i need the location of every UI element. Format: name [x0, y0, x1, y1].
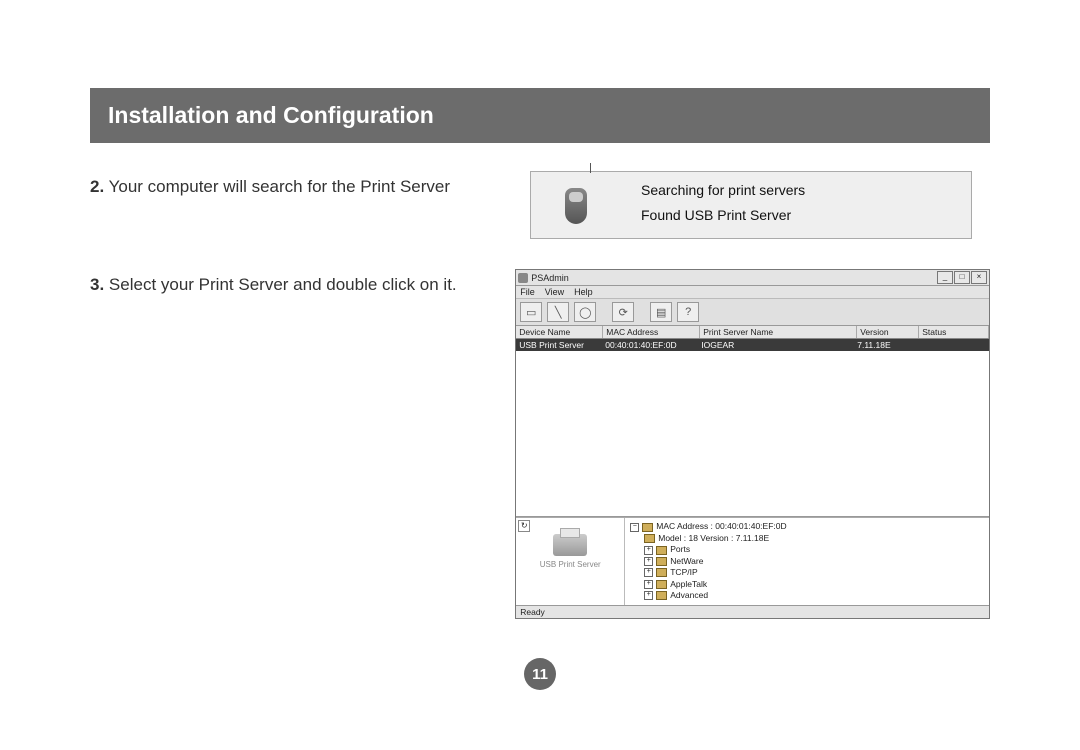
folder-icon	[644, 534, 655, 543]
search-line-2: Found USB Print Server	[641, 203, 805, 228]
cell-mac: 00:40:01:40:EF:0D	[602, 339, 698, 351]
expand-icon[interactable]: +	[644, 591, 653, 600]
menu-help[interactable]: Help	[574, 287, 593, 297]
tree-appletalk[interactable]: AppleTalk	[670, 579, 707, 590]
menu-view[interactable]: View	[545, 287, 564, 297]
col-status[interactable]: Status	[919, 326, 989, 338]
app-icon	[518, 273, 528, 283]
column-headers: Device Name MAC Address Print Server Nam…	[516, 326, 989, 339]
table-row-selected[interactable]: USB Print Server 00:40:01:40:EF:0D IOGEA…	[516, 339, 989, 351]
expand-icon[interactable]: +	[644, 580, 653, 589]
search-line-1: Searching for print servers	[641, 178, 805, 203]
printer-icon	[553, 534, 587, 556]
expand-icon[interactable]: +	[644, 568, 653, 577]
tree-ports[interactable]: Ports	[670, 544, 690, 555]
section-header: Installation and Configuration	[90, 88, 990, 143]
toolbar-btn-5[interactable]: ▤	[650, 302, 672, 322]
toolbar-btn-4[interactable]: ⟳	[612, 302, 634, 322]
step-2-num: 2.	[90, 177, 104, 196]
col-name[interactable]: Print Server Name	[700, 326, 857, 338]
step-3: 3. Select your Print Server and double c…	[90, 273, 495, 297]
screenshot-searching: Searching for print servers Found USB Pr…	[530, 171, 972, 239]
step-3-text: Select your Print Server and double clic…	[109, 275, 457, 294]
menu-file[interactable]: File	[520, 287, 535, 297]
folder-icon	[656, 591, 667, 600]
expand-icon[interactable]: +	[644, 546, 653, 555]
screenshot-psadmin: PSAdmin _ □ × File View Help ▭ ╲ ◯ ⟳	[515, 269, 990, 618]
folder-icon	[656, 580, 667, 589]
cell-status	[915, 339, 989, 351]
col-mac[interactable]: MAC Address	[603, 326, 700, 338]
toolbar-btn-2[interactable]: ╲	[547, 302, 569, 322]
maximize-button[interactable]: □	[954, 271, 970, 284]
toolbar-btn-1[interactable]: ▭	[520, 302, 542, 322]
toolbar-btn-3[interactable]: ◯	[574, 302, 596, 322]
step-3-num: 3.	[90, 275, 104, 294]
tree-netware[interactable]: NetWare	[670, 556, 703, 567]
collapse-icon[interactable]: −	[630, 523, 639, 532]
detail-mac: MAC Address : 00:40:01:40:EF:0D	[656, 521, 786, 532]
close-button[interactable]: ×	[971, 271, 987, 284]
wizard-icon	[565, 188, 587, 224]
titlebar: PSAdmin _ □ ×	[516, 270, 989, 286]
refresh-icon[interactable]: ↻	[518, 520, 530, 532]
menubar: File View Help	[516, 286, 989, 299]
step-2: 2. Your computer will search for the Pri…	[90, 175, 510, 199]
list-area	[516, 351, 989, 517]
window-title: PSAdmin	[531, 273, 569, 283]
detail-label: USB Print Server	[520, 560, 620, 569]
cell-name: IOGEAR	[698, 339, 854, 351]
col-version[interactable]: Version	[857, 326, 919, 338]
page-number-badge: 11	[524, 658, 556, 690]
tree-advanced[interactable]: Advanced	[670, 590, 708, 601]
minimize-button[interactable]: _	[937, 271, 953, 284]
expand-icon[interactable]: +	[644, 557, 653, 566]
statusbar: Ready	[516, 605, 989, 618]
toolbar-btn-6[interactable]: ?	[677, 302, 699, 322]
folder-icon	[656, 546, 667, 555]
folder-icon	[656, 568, 667, 577]
col-device[interactable]: Device Name	[516, 326, 603, 338]
step-2-text: Your computer will search for the Print …	[109, 177, 450, 196]
toolbar: ▭ ╲ ◯ ⟳ ▤ ?	[516, 299, 989, 326]
cell-device: USB Print Server	[516, 339, 602, 351]
detail-model: Model : 18 Version : 7.11.18E	[658, 533, 769, 544]
tree-tcpip[interactable]: TCP/IP	[670, 567, 697, 578]
detail-pane: ↻ USB Print Server − MAC Address : 00:40:…	[516, 517, 989, 604]
folder-icon	[656, 557, 667, 566]
cell-version: 7.11.18E	[854, 339, 915, 351]
folder-icon	[642, 523, 653, 532]
